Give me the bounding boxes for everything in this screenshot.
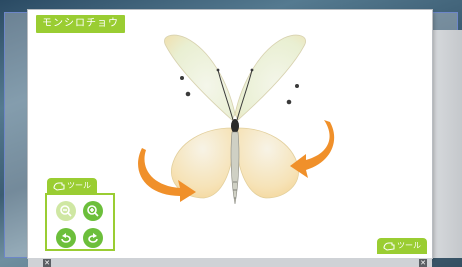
tool-tab-left[interactable]: ツール	[47, 178, 97, 194]
tool-tab-right[interactable]: ツール	[377, 238, 427, 254]
butterfly-illustration	[138, 34, 335, 205]
butterfly-image[interactable]	[132, 32, 338, 222]
right-forewing	[234, 34, 306, 121]
rotate-left-button[interactable]	[56, 228, 76, 248]
zoom-in-icon	[87, 205, 99, 217]
right-edge-strip	[432, 30, 462, 258]
bottom-bar	[28, 258, 432, 267]
tool-tab-right-label: ツール	[397, 241, 421, 250]
specimen-title: モンシロチョウ	[36, 15, 125, 33]
zoom-in-button[interactable]	[83, 201, 103, 221]
close-left-icon[interactable]: ✕	[43, 259, 51, 267]
zoom-out-icon	[60, 205, 72, 217]
zoom-out-button[interactable]	[56, 201, 76, 221]
rotate-right-button[interactable]	[83, 228, 103, 248]
tool-hand-icon	[383, 242, 395, 251]
close-right-icon[interactable]: ✕	[419, 259, 427, 267]
rotate-left-icon	[61, 233, 71, 243]
tool-tab-label: ツール	[67, 181, 91, 190]
right-hindwing	[235, 127, 299, 199]
tool-hand-icon	[53, 182, 65, 191]
rotate-right-icon	[88, 233, 98, 243]
left-forewing	[164, 34, 236, 121]
rotate-arrow-right	[290, 120, 335, 178]
tool-panel	[45, 193, 115, 251]
